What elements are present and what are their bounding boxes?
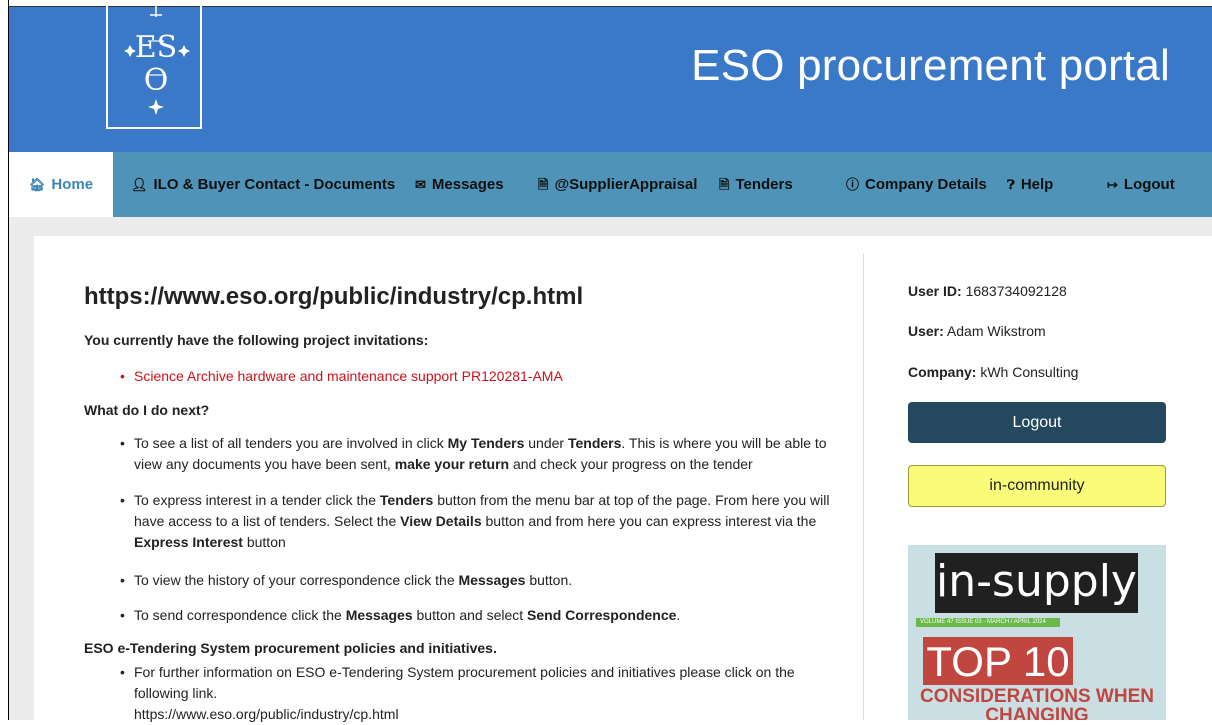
- svg-text:ES: ES: [135, 30, 177, 65]
- logout-button[interactable]: Logout: [908, 402, 1166, 443]
- user-id-label: User ID:: [908, 283, 962, 299]
- nav-label: Home: [51, 176, 94, 193]
- invitations-list: Science Archive hardware and maintenance…: [118, 366, 838, 387]
- nav-label: Help: [1020, 176, 1054, 193]
- step-emphasis: My Tenders: [447, 435, 525, 451]
- invitation-link[interactable]: Science Archive hardware and maintenance…: [118, 366, 838, 387]
- nav-label: Company Details: [865, 176, 987, 193]
- nav-messages[interactable]: ✉︎ Messages: [415, 152, 504, 217]
- nav-label: ILO & Buyer Contact - Documents: [153, 176, 396, 193]
- next-steps-list: To view the history of your corresponden…: [118, 570, 838, 591]
- next-steps-list: To see a list of all tenders you are inv…: [118, 433, 838, 475]
- site-header: ES O ESO procurement portal: [9, 5, 1212, 152]
- sign-out-icon: ↦: [1107, 177, 1118, 192]
- step-text: To express interest in a tender click th…: [134, 492, 380, 508]
- user-value: Adam Wikstrom: [946, 323, 1046, 339]
- user-row: User: Adam Wikstrom: [908, 323, 1046, 339]
- magazine-subtitle: CONSIDERATIONS WHEN CHANGING: [920, 686, 1154, 720]
- company-value: kWh Consulting: [980, 364, 1079, 380]
- step-emphasis: Messages: [345, 607, 413, 623]
- magazine-issue: VOLUME 47 ISSUE 03 - MARCH / APRIL 2024: [916, 618, 1060, 627]
- magazine-title: in-supply: [935, 553, 1138, 613]
- nav-supplier-appraisal[interactable]: 🗎︎ @SupplierAppraisal: [538, 152, 697, 217]
- next-steps-heading: What do I do next?: [84, 402, 210, 418]
- envelope-icon: ✉︎: [415, 177, 426, 192]
- in-community-button[interactable]: in-community: [908, 465, 1166, 507]
- user-icon: 👤︎: [131, 177, 148, 192]
- nav-company-details[interactable]: ⓘ Company Details: [846, 152, 987, 217]
- info-icon: ⓘ: [846, 177, 860, 192]
- list-item: For further information on ESO e-Tenderi…: [118, 662, 838, 725]
- next-steps-list: To express interest in a tender click th…: [118, 490, 838, 553]
- eso-logo[interactable]: ES O: [106, 5, 202, 129]
- document-icon: 🗎︎: [538, 177, 549, 192]
- policies-list: For further information on ESO e-Tenderi…: [118, 662, 838, 725]
- nav-ilo-buyer-contact[interactable]: 👤︎ ILO & Buyer Contact - Documents: [131, 152, 395, 217]
- page-url-heading: https://www.eso.org/public/industry/cp.h…: [84, 283, 584, 310]
- magazine-headline: TOP 10: [923, 637, 1073, 685]
- step-text: and check your progress on the tender: [509, 456, 753, 472]
- step-text: To send correspondence click the: [134, 607, 346, 623]
- nav-home[interactable]: 🏠︎ Home: [9, 152, 113, 217]
- document-icon: 🗎︎: [719, 177, 730, 192]
- home-icon: 🏠︎: [28, 177, 46, 192]
- company-row: Company: kWh Consulting: [908, 364, 1078, 380]
- step-emphasis: make your return: [394, 456, 510, 472]
- nav-label: Tenders: [735, 176, 793, 193]
- step-text: button.: [525, 572, 573, 588]
- nav-help[interactable]: ❓︎ Help: [1007, 152, 1053, 217]
- step-emphasis: Tenders: [567, 435, 622, 451]
- nav-tenders[interactable]: 🗎︎ Tenders: [719, 152, 793, 217]
- company-label: Company:: [908, 364, 977, 380]
- step-text: .: [676, 607, 681, 623]
- step-emphasis: Send Correspondence: [527, 607, 677, 623]
- list-item: To see a list of all tenders you are inv…: [118, 433, 838, 475]
- step-emphasis: Messages: [458, 572, 526, 588]
- policies-text: For further information on ESO e-Tenderi…: [134, 664, 795, 701]
- nav-label: Messages: [431, 176, 504, 193]
- column-divider: [863, 254, 864, 720]
- step-text: To see a list of all tenders you are inv…: [134, 435, 448, 451]
- step-text: under: [524, 435, 568, 451]
- step-text: button and from here you can express int…: [481, 513, 817, 529]
- nav-label: @SupplierAppraisal: [554, 176, 698, 193]
- policies-heading: ESO e-Tendering System procurement polic…: [84, 640, 497, 656]
- list-item: To send correspondence click the Message…: [118, 605, 838, 626]
- svg-text:O: O: [144, 63, 169, 98]
- step-emphasis: View Details: [400, 513, 482, 529]
- list-item: To express interest in a tender click th…: [118, 490, 838, 553]
- step-emphasis: Express Interest: [134, 534, 243, 550]
- step-text: button: [242, 534, 286, 550]
- invitations-heading: You currently have the following project…: [84, 332, 429, 348]
- magazine-banner[interactable]: in-supply VOLUME 47 ISSUE 03 - MARCH / A…: [908, 545, 1166, 720]
- step-text: button and select: [412, 607, 528, 623]
- step-text: To view the history of your corresponden…: [134, 572, 459, 588]
- list-item: To view the history of your corresponden…: [118, 570, 838, 591]
- next-steps-list: To send correspondence click the Message…: [118, 605, 838, 626]
- nav-logout[interactable]: ↦ Logout: [1107, 152, 1175, 217]
- portal-title: ESO procurement portal: [691, 41, 1170, 90]
- main-nav: 🏠︎ Home 👤︎ ILO & Buyer Contact - Documents…: [9, 152, 1212, 217]
- question-icon: ❓︎: [1007, 177, 1015, 192]
- user-id-row: User ID: 1683734092128: [908, 283, 1067, 299]
- user-label: User:: [908, 323, 944, 339]
- step-emphasis: Tenders: [379, 492, 434, 508]
- nav-label: Logout: [1123, 176, 1175, 193]
- user-id-value: 1683734092128: [965, 283, 1067, 299]
